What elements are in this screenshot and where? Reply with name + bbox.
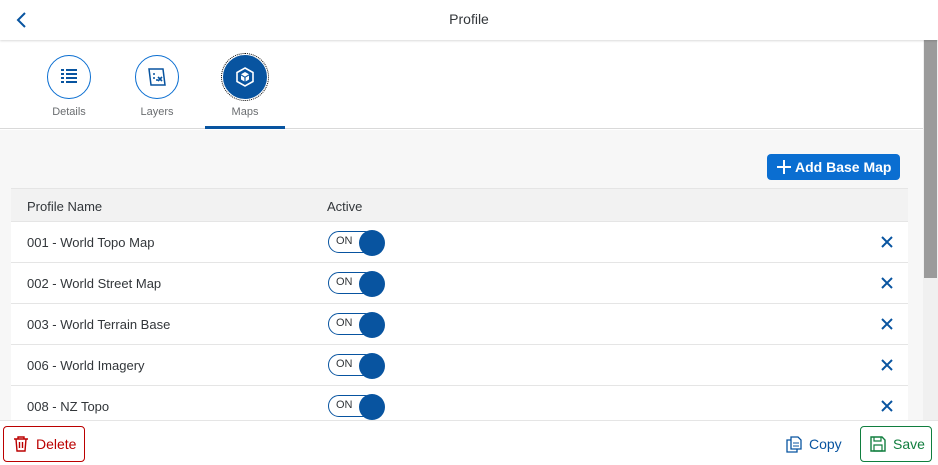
save-label: Save xyxy=(893,436,925,452)
toggle-knob xyxy=(359,230,385,256)
table-row[interactable]: 006 - World Imagery ON xyxy=(11,345,908,386)
toggle-state-text: ON xyxy=(336,235,353,247)
base-maps-table: Profile Name Active 001 - World Topo Map… xyxy=(11,188,908,420)
active-toggle[interactable]: ON xyxy=(328,230,385,256)
save-button[interactable]: Save xyxy=(860,426,932,462)
tab-layers-label: Layers xyxy=(140,106,174,118)
remove-icon[interactable] xyxy=(880,358,894,372)
tab-selected-indicator xyxy=(205,126,285,129)
page-title: Profile xyxy=(449,11,489,27)
add-base-map-label: Add Base Map xyxy=(795,159,892,175)
table-row[interactable]: 002 - World Street Map ON xyxy=(11,263,908,304)
footer-toolbar: Delete Copy Save xyxy=(0,420,938,465)
toggle-knob xyxy=(359,353,385,379)
add-base-map-button[interactable]: Add Base Map xyxy=(767,154,900,180)
table-row[interactable]: 001 - World Topo Map ON xyxy=(11,222,908,263)
tab-details-label: Details xyxy=(52,106,86,118)
tab-layers-circle xyxy=(135,55,179,99)
tab-details-circle xyxy=(47,55,91,99)
copy-button[interactable]: Copy xyxy=(786,433,842,455)
remove-icon[interactable] xyxy=(880,317,894,331)
toggle-state-text: ON xyxy=(336,317,353,329)
profile-name-cell: 002 - World Street Map xyxy=(27,276,162,291)
table-row[interactable]: 008 - NZ Topo ON xyxy=(11,386,908,420)
tab-maps[interactable]: Maps xyxy=(205,53,285,129)
active-toggle[interactable]: ON xyxy=(328,271,385,297)
header-bar: Profile xyxy=(0,0,938,40)
remove-icon[interactable] xyxy=(880,399,894,413)
profile-name-cell: 006 - World Imagery xyxy=(27,358,145,373)
scrollbar-thumb[interactable] xyxy=(924,40,937,278)
profile-name-cell: 008 - NZ Topo xyxy=(27,399,110,414)
cube-icon xyxy=(236,67,254,87)
table-header: Profile Name Active xyxy=(11,188,908,222)
toggle-state-text: ON xyxy=(336,358,353,370)
save-icon xyxy=(870,436,886,452)
toggle-knob xyxy=(359,394,385,420)
delete-label: Delete xyxy=(36,436,77,452)
trash-icon xyxy=(14,436,28,452)
toggle-state-text: ON xyxy=(336,276,353,288)
toggle-knob xyxy=(359,312,385,338)
tab-maps-label: Maps xyxy=(231,106,259,118)
plus-icon xyxy=(777,160,791,174)
active-toggle[interactable]: ON xyxy=(328,312,385,338)
profile-name-cell: 003 - World Terrain Base xyxy=(27,317,171,332)
active-toggle[interactable]: ON xyxy=(328,394,385,420)
profile-name-cell: 001 - World Topo Map xyxy=(27,235,155,250)
icon-tab-bar: Details Layers Maps xyxy=(0,41,923,129)
tab-layers[interactable]: Layers xyxy=(117,54,197,129)
column-header-profile-name: Profile Name xyxy=(27,199,103,214)
maps-content: Add Base Map Profile Name Active 001 - W… xyxy=(0,130,923,420)
toggle-knob xyxy=(359,271,385,297)
vertical-scrollbar[interactable] xyxy=(923,40,938,421)
toggle-state-text: ON xyxy=(336,399,353,411)
table-row[interactable]: 003 - World Terrain Base ON xyxy=(11,304,908,345)
delete-button[interactable]: Delete xyxy=(3,426,85,462)
remove-icon[interactable] xyxy=(880,276,894,290)
column-header-active: Active xyxy=(327,199,363,214)
tab-maps-circle xyxy=(221,53,269,101)
tab-details[interactable]: Details xyxy=(29,54,109,129)
copy-label: Copy xyxy=(809,436,842,452)
copy-icon xyxy=(786,435,802,453)
list-icon xyxy=(61,69,77,83)
active-toggle[interactable]: ON xyxy=(328,353,385,379)
remove-icon[interactable] xyxy=(880,235,894,249)
map-layers-icon xyxy=(148,68,166,86)
